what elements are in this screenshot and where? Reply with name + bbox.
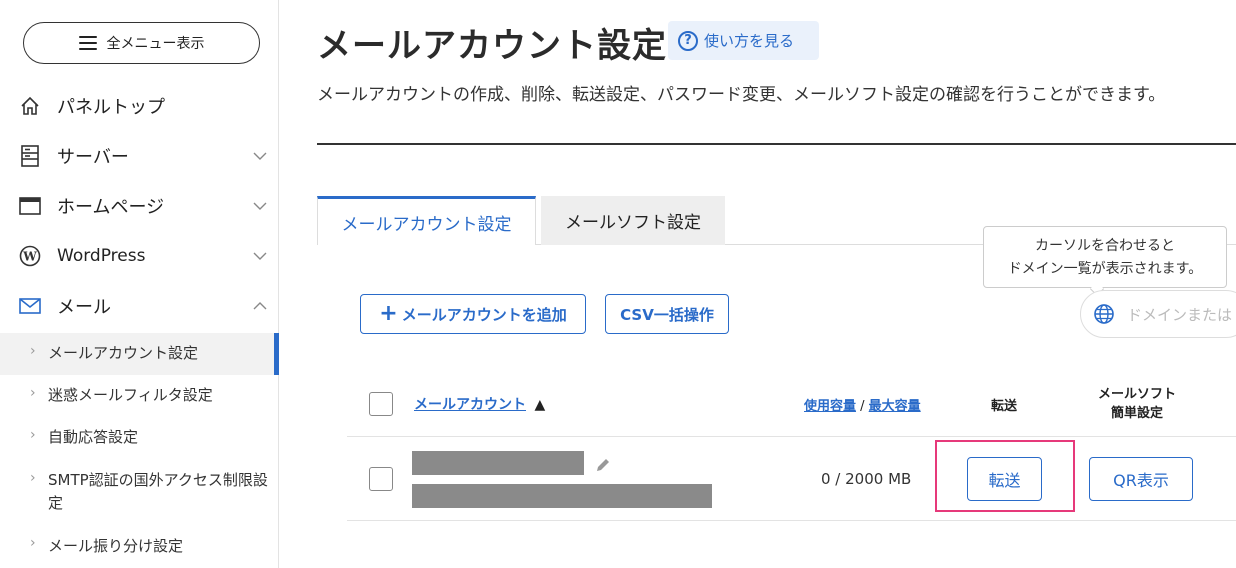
nav-label: パネルトップ [57,97,165,118]
nav-item-server[interactable]: サーバー [0,131,279,181]
nav-item-wordpress[interactable]: W WordPress [0,231,279,281]
home-icon [19,95,41,117]
account-column-header[interactable]: メールアカウント ▲ [414,394,545,414]
sort-max-link[interactable]: 最大容量 [869,399,921,414]
sub-item-label: 自動応答設定 [48,428,139,446]
add-mail-account-label: メールアカウントを追加 [401,305,567,324]
nav-label: ホームページ [57,197,165,218]
server-icon [19,145,41,167]
forward-button[interactable]: 転送 [967,457,1042,501]
sidebar: 全メニュー表示 パネルトップ サーバー ホームページ W WordPress メ… [0,0,279,568]
hamburger-icon [78,36,97,50]
chevron-up-icon [253,302,267,310]
mail-icon [19,295,41,317]
sub-item-smtp-restriction[interactable]: › SMTP認証の国外アクセス制限設定 [0,459,279,525]
usage-value: 0 / 2000 MB [821,470,912,488]
sub-item-mail-account[interactable]: › メールアカウント設定 [0,333,279,375]
plus-icon: + [379,301,398,326]
sub-item-mail-sorting[interactable]: › メール振り分け設定 [0,525,279,567]
sort-account-link[interactable]: メールアカウント [414,397,526,413]
howto-label: 使い方を見る [704,32,795,50]
mailsoft-header-line-1: メールソフト [1098,387,1177,402]
chevron-right-icon: › [30,427,36,443]
browser-window-icon [19,195,41,217]
edit-pencil-icon[interactable] [594,456,612,474]
sub-item-auto-reply[interactable]: › 自動応答設定 [0,417,279,459]
all-menu-button[interactable]: 全メニュー表示 [23,22,260,64]
redacted-account-name [412,451,584,475]
sub-item-label: SMTP認証の国外アクセス制限設定 [48,471,268,512]
forward-column-header: 転送 [991,399,1018,414]
domain-search-placeholder: ドメインまたは [1127,305,1233,324]
svg-text:W: W [22,250,37,264]
sort-asc-icon: ▲ [534,397,546,413]
redacted-account-email [412,484,712,508]
select-all-checkbox[interactable] [369,392,393,416]
chevron-right-icon: › [30,385,36,401]
csv-bulk-button[interactable]: CSV一括操作 [605,294,729,334]
chevron-down-icon [253,252,267,260]
active-indicator [274,333,279,375]
sub-item-label: メール振り分け設定 [48,537,184,555]
sub-item-label: メールアカウント設定 [48,344,199,362]
chevron-right-icon: › [30,535,36,551]
domain-tooltip: カーソルを合わせると ドメイン一覧が表示されます。 [983,226,1227,288]
header-divider [317,143,1236,145]
row-checkbox[interactable] [369,467,393,491]
usage-column-header: 使用容量 / 最大容量 [804,395,921,414]
chevron-right-icon: › [30,343,36,359]
sub-item-spam-filter[interactable]: › 迷惑メールフィルタ設定 [0,375,279,417]
page-title: メールアカウント設定 [317,26,667,66]
nav-label: サーバー [57,147,129,168]
tooltip-line-1: カーソルを合わせると [1035,238,1175,254]
chevron-right-icon: › [30,470,36,486]
chevron-down-icon [253,202,267,210]
tab-mail-software-settings[interactable]: メールソフト設定 [541,196,725,245]
domain-search-input[interactable]: ドメインまたは [1080,290,1236,338]
globe-icon [1094,304,1114,324]
nav-label: WordPress [57,246,146,266]
mailsoft-column-header: メールソフト 簡単設定 [1098,385,1176,423]
sub-item-label: 迷惑メールフィルタ設定 [48,386,213,404]
nav-item-homepage[interactable]: ホームページ [0,181,279,231]
usage-separator: / [856,399,869,414]
tooltip-line-2: ドメイン一覧が表示されます。 [1007,261,1203,277]
sort-usage-link[interactable]: 使用容量 [804,399,856,414]
tab-mail-account-settings[interactable]: メールアカウント設定 [317,196,536,245]
nav-item-mail[interactable]: メール [0,281,279,331]
chevron-down-icon [253,152,267,160]
table-row-divider [347,520,1236,521]
nav-item-panel-top[interactable]: パネルトップ [0,81,279,131]
question-icon: ? [678,30,698,51]
nav-label: メール [57,297,111,318]
all-menu-label: 全メニュー表示 [106,36,205,52]
howto-button[interactable]: ? 使い方を見る [668,21,819,60]
qr-display-button[interactable]: QR表示 [1089,457,1193,501]
page-description: メールアカウントの作成、削除、転送設定、パスワード変更、メールソフト設定の確認を… [317,85,1166,105]
add-mail-account-button[interactable]: + メールアカウントを追加 [360,294,586,334]
mailsoft-header-line-2: 簡単設定 [1111,406,1164,421]
table-header-divider [347,436,1236,437]
wordpress-icon: W [19,245,41,267]
